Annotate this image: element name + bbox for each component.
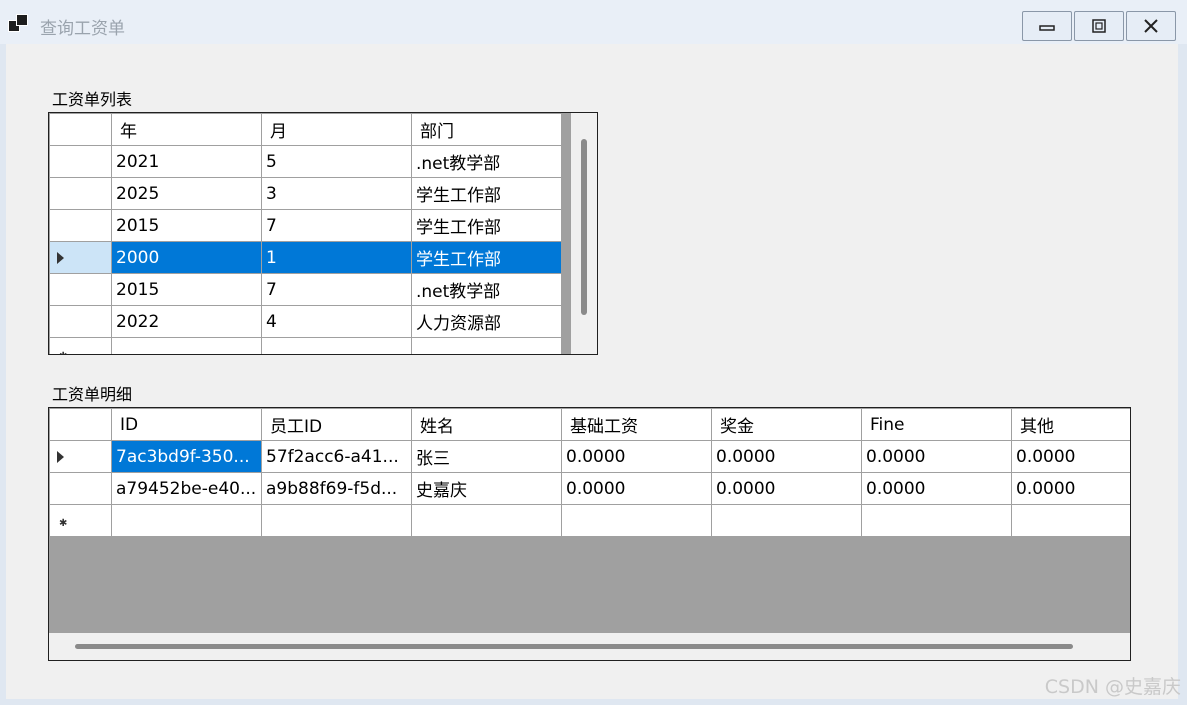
cell-empty[interactable] xyxy=(261,337,412,354)
minimize-button[interactable] xyxy=(1022,11,1072,41)
cell-other[interactable]: 0.0000 xyxy=(1011,440,1130,473)
salary-detail-table: ID 员工ID 姓名 基础工资 奖金 Fine 其他 7ac3bd9f-350.… xyxy=(49,408,1130,537)
new-row-star-icon: ✱ xyxy=(59,351,67,355)
cell-other[interactable]: 0.0000 xyxy=(1011,472,1130,505)
watermark: CSDN @史嘉庆 xyxy=(1044,676,1181,698)
horizontal-scroll-thumb[interactable] xyxy=(75,644,1073,649)
cell-department[interactable]: .net教学部 xyxy=(411,273,562,306)
cell-empty[interactable] xyxy=(1011,504,1130,537)
cell-empty[interactable] xyxy=(111,504,262,537)
salary-detail-grid[interactable]: ID 员工ID 姓名 基础工资 奖金 Fine 其他 7ac3bd9f-350.… xyxy=(48,407,1131,661)
cell-bonus[interactable]: 0.0000 xyxy=(711,440,862,473)
cell-fine[interactable]: 0.0000 xyxy=(861,472,1012,505)
app-icon xyxy=(8,14,30,32)
table-row[interactable]: 2025 3 学生工作部 xyxy=(49,177,562,210)
cell-month[interactable]: 7 xyxy=(261,209,412,242)
cell-name[interactable]: 张三 xyxy=(411,440,562,473)
current-row-arrow-icon xyxy=(57,450,64,463)
row-header[interactable] xyxy=(49,209,112,242)
vertical-scrollbar[interactable] xyxy=(561,113,597,354)
row-header-current[interactable] xyxy=(49,440,112,473)
column-header-year[interactable]: 年 xyxy=(111,113,262,146)
table-row[interactable]: 2021 5 .net教学部 xyxy=(49,145,562,178)
cell-year[interactable]: 2022 xyxy=(111,305,262,338)
new-row[interactable]: ✱ xyxy=(49,504,1130,537)
cell-year[interactable]: 2015 xyxy=(111,273,262,306)
cell-year[interactable]: 2025 xyxy=(111,177,262,210)
cell-year[interactable]: 2015 xyxy=(111,209,262,242)
row-header-corner[interactable] xyxy=(49,408,112,441)
row-header[interactable] xyxy=(49,273,112,306)
cell-empty[interactable] xyxy=(411,504,562,537)
column-header-department[interactable]: 部门 xyxy=(411,113,562,146)
new-row-star-icon: ✱ xyxy=(59,517,68,529)
cell-empty[interactable] xyxy=(861,504,1012,537)
column-header-name[interactable]: 姓名 xyxy=(411,408,562,441)
salary-list-table: 年 月 部门 2021 5 .net教学部 2025 3 学生工作部 2015 … xyxy=(49,113,562,355)
cell-bonus[interactable]: 0.0000 xyxy=(711,472,862,505)
column-header-id[interactable]: ID xyxy=(111,408,262,441)
cell-month[interactable]: 5 xyxy=(261,145,412,178)
table-row[interactable]: 7ac3bd9f-350... 57f2acc6-a41... 张三 0.000… xyxy=(49,440,1130,473)
minimize-icon xyxy=(1039,25,1055,31)
title-bar: 查询工资单 xyxy=(0,0,1187,44)
cell-department[interactable]: .net教学部 xyxy=(411,145,562,178)
maximize-icon xyxy=(1092,19,1106,33)
cell-year[interactable]: 2000 xyxy=(111,241,262,274)
cell-empty[interactable] xyxy=(111,337,262,354)
cell-department[interactable]: 学生工作部 xyxy=(411,177,562,210)
cell-empty[interactable] xyxy=(711,504,862,537)
cell-empty[interactable] xyxy=(561,504,712,537)
cell-month[interactable]: 7 xyxy=(261,273,412,306)
row-header[interactable] xyxy=(49,145,112,178)
cell-department[interactable]: 学生工作部 xyxy=(411,241,562,274)
cell-employee-id[interactable]: a9b88f69-f5d... xyxy=(261,472,412,505)
row-header-corner[interactable] xyxy=(49,113,112,146)
cell-department[interactable]: 人力资源部 xyxy=(411,305,562,338)
table-row[interactable]: 2015 7 学生工作部 xyxy=(49,209,562,242)
close-button[interactable] xyxy=(1126,11,1176,41)
row-header-new[interactable]: ✱ xyxy=(49,504,112,537)
cell-month[interactable]: 4 xyxy=(261,305,412,338)
cell-base-salary[interactable]: 0.0000 xyxy=(561,440,712,473)
cell-empty[interactable] xyxy=(261,504,412,537)
table-row[interactable]: 2015 7 .net教学部 xyxy=(49,273,562,306)
column-header-base-salary[interactable]: 基础工资 xyxy=(561,408,712,441)
current-row-arrow-icon xyxy=(57,251,64,264)
close-icon xyxy=(1144,19,1158,33)
horizontal-scrollbar[interactable] xyxy=(49,633,1130,660)
cell-id[interactable]: a79452be-e40... xyxy=(111,472,262,505)
row-header[interactable] xyxy=(49,177,112,210)
table-row[interactable]: a79452be-e40... a9b88f69-f5d... 史嘉庆 0.00… xyxy=(49,472,1130,505)
maximize-button[interactable] xyxy=(1074,11,1124,41)
row-header-current[interactable] xyxy=(49,241,112,274)
cell-employee-id[interactable]: 57f2acc6-a41... xyxy=(261,440,412,473)
cell-month[interactable]: 1 xyxy=(261,241,412,274)
column-header-month[interactable]: 月 xyxy=(261,113,412,146)
row-header-new[interactable]: ✱ xyxy=(49,337,112,355)
cell-department[interactable]: 学生工作部 xyxy=(411,209,562,242)
window-title: 查询工资单 xyxy=(40,19,125,39)
cell-empty[interactable] xyxy=(411,337,562,354)
column-header-other[interactable]: 其他 xyxy=(1011,408,1130,441)
vertical-scroll-thumb[interactable] xyxy=(581,139,587,315)
row-header[interactable] xyxy=(49,472,112,505)
cell-base-salary[interactable]: 0.0000 xyxy=(561,472,712,505)
table-row-selected[interactable]: 2000 1 学生工作部 xyxy=(49,241,562,274)
salary-list-label: 工资单列表 xyxy=(52,90,133,109)
column-header-bonus[interactable]: 奖金 xyxy=(711,408,862,441)
cell-name[interactable]: 史嘉庆 xyxy=(411,472,562,505)
row-header[interactable] xyxy=(49,305,112,338)
table-row[interactable]: 2022 4 人力资源部 xyxy=(49,305,562,338)
salary-list-grid[interactable]: 年 月 部门 2021 5 .net教学部 2025 3 学生工作部 2015 … xyxy=(48,112,598,355)
cell-fine[interactable]: 0.0000 xyxy=(861,440,1012,473)
column-header-fine[interactable]: Fine xyxy=(861,408,1012,441)
cell-month[interactable]: 3 xyxy=(261,177,412,210)
cell-id-selected[interactable]: 7ac3bd9f-350... xyxy=(111,440,262,473)
new-row[interactable]: ✱ xyxy=(49,337,562,355)
column-header-employee-id[interactable]: 员工ID xyxy=(261,408,412,441)
salary-detail-label: 工资单明细 xyxy=(52,385,133,404)
cell-year[interactable]: 2021 xyxy=(111,145,262,178)
